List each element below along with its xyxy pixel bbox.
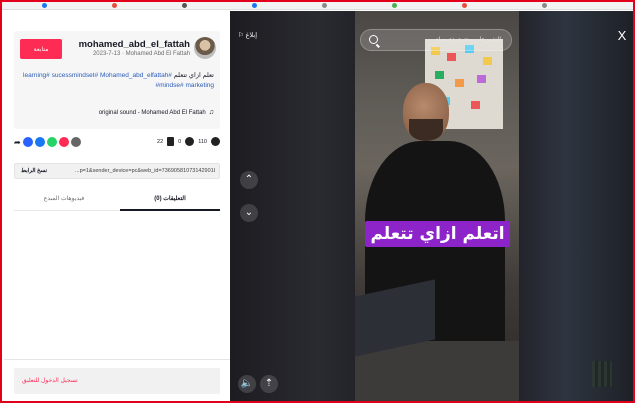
follow-button[interactable]: متابعة [20, 39, 62, 59]
search-placeholder: العثور على محتوى ذي صلة [435, 37, 501, 43]
share-video-button[interactable]: ⇡ [260, 375, 278, 393]
share-link-box: ...p=1&sender_device=pc&web_id=736905810… [14, 163, 220, 179]
flag-icon: ⚐ [238, 32, 244, 39]
comments-count: 0 [178, 138, 182, 145]
comment-icon[interactable] [185, 137, 195, 146]
bookmark-icon[interactable] [322, 3, 327, 8]
facebook-icon[interactable] [34, 137, 45, 147]
sound-label: original sound - Mohamed Abd El Fattah [98, 110, 206, 116]
video-blur-background [519, 11, 633, 401]
tab-underline [120, 209, 220, 211]
video-caption: اتعلم ازاي تتعلم [365, 221, 510, 247]
bookmark-icon[interactable] [392, 3, 397, 8]
post-description: تعلم ازاي تتعلم learning# sucessmindset#… [18, 71, 214, 91]
next-video-button[interactable]: ⌄ [240, 204, 258, 222]
bookmark-icon[interactable] [182, 3, 187, 8]
share-arrow-icon[interactable]: ➦ [14, 138, 21, 147]
qr-code-icon [592, 361, 612, 387]
bookmark-icon[interactable] [462, 3, 467, 8]
close-button[interactable]: X [615, 29, 629, 43]
heart-icon[interactable] [211, 137, 220, 146]
chevron-down-icon: ⌄ [244, 207, 254, 218]
tab-creator-videos[interactable]: فيديوهات المبدع [14, 195, 114, 202]
engagement-stats: 22 0 110 [157, 137, 220, 146]
video-player-area[interactable]: اتعلم ازاي تتعلم العثور على محتوى ذي صلة… [230, 11, 633, 401]
video-frame[interactable]: اتعلم ازاي تتعلم [355, 11, 519, 401]
sound-link[interactable]: original sound - Mohamed Abd El Fattah ♫ [99, 109, 214, 116]
volume-icon: 🔈 [240, 378, 254, 389]
chevron-up-icon: ⌃ [244, 174, 254, 185]
report-label: إبلاغ [245, 32, 258, 39]
tab-comments[interactable]: التعليقات (0) [120, 195, 220, 202]
actions-row: 22 0 110 ➦ [14, 137, 220, 151]
bookmark-icon[interactable] [42, 3, 47, 8]
more-icon[interactable] [70, 137, 81, 147]
whatsapp-icon[interactable] [46, 137, 57, 147]
saves-count: 22 [157, 138, 164, 145]
share-link-icon[interactable] [58, 137, 69, 147]
previous-video-button[interactable]: ⌃ [240, 171, 258, 189]
login-to-comment-link[interactable]: تسجيل الدخول للتعليق [22, 377, 78, 384]
video-detail-panel: mohamed_abd_el_fattah 2023-7-13 · Mohame… [4, 11, 230, 401]
bookmark-icon[interactable] [252, 3, 257, 8]
bookmark-icon[interactable] [542, 3, 547, 8]
volume-button[interactable]: 🔈 [238, 375, 256, 393]
bookmark-icon[interactable] [112, 3, 117, 8]
author-card: mohamed_abd_el_fattah 2023-7-13 · Mohame… [14, 31, 220, 129]
bookmarks-bar [2, 2, 633, 10]
share-url[interactable]: ...p=1&sender_device=pc&web_id=736905810… [75, 168, 215, 174]
bookmark-icon[interactable] [167, 137, 175, 146]
screenshot-frame: mohamed_abd_el_fattah 2023-7-13 · Mohame… [0, 0, 635, 403]
related-search-input[interactable]: العثور على محتوى ذي صلة [360, 29, 512, 51]
embed-icon[interactable] [22, 137, 33, 147]
person-beard [409, 119, 443, 141]
comment-login-box[interactable]: تسجيل الدخول للتعليق [14, 368, 220, 394]
author-date-line: 2023-7-13 · Mohamed Abd El Fattah [92, 51, 190, 57]
arrow-icon: ⇡ [264, 378, 274, 389]
likes-count: 110 [198, 138, 207, 145]
tabs: التعليقات (0) فيديوهات المبدع [14, 191, 220, 211]
comment-bar: تسجيل الدخول للتعليق [4, 359, 230, 401]
author-username[interactable]: mohamed_abd_el_fattah [79, 39, 190, 50]
share-icons: ➦ [14, 137, 81, 147]
copy-link-button[interactable]: نسخ الرابط [21, 168, 47, 174]
search-icon[interactable] [369, 35, 378, 44]
post-text: تعلم ازاي تتعلم [173, 72, 214, 79]
report-button[interactable]: ⚐ إبلاغ [238, 31, 257, 39]
avatar[interactable] [194, 37, 216, 59]
music-note-icon: ♫ [208, 109, 214, 116]
